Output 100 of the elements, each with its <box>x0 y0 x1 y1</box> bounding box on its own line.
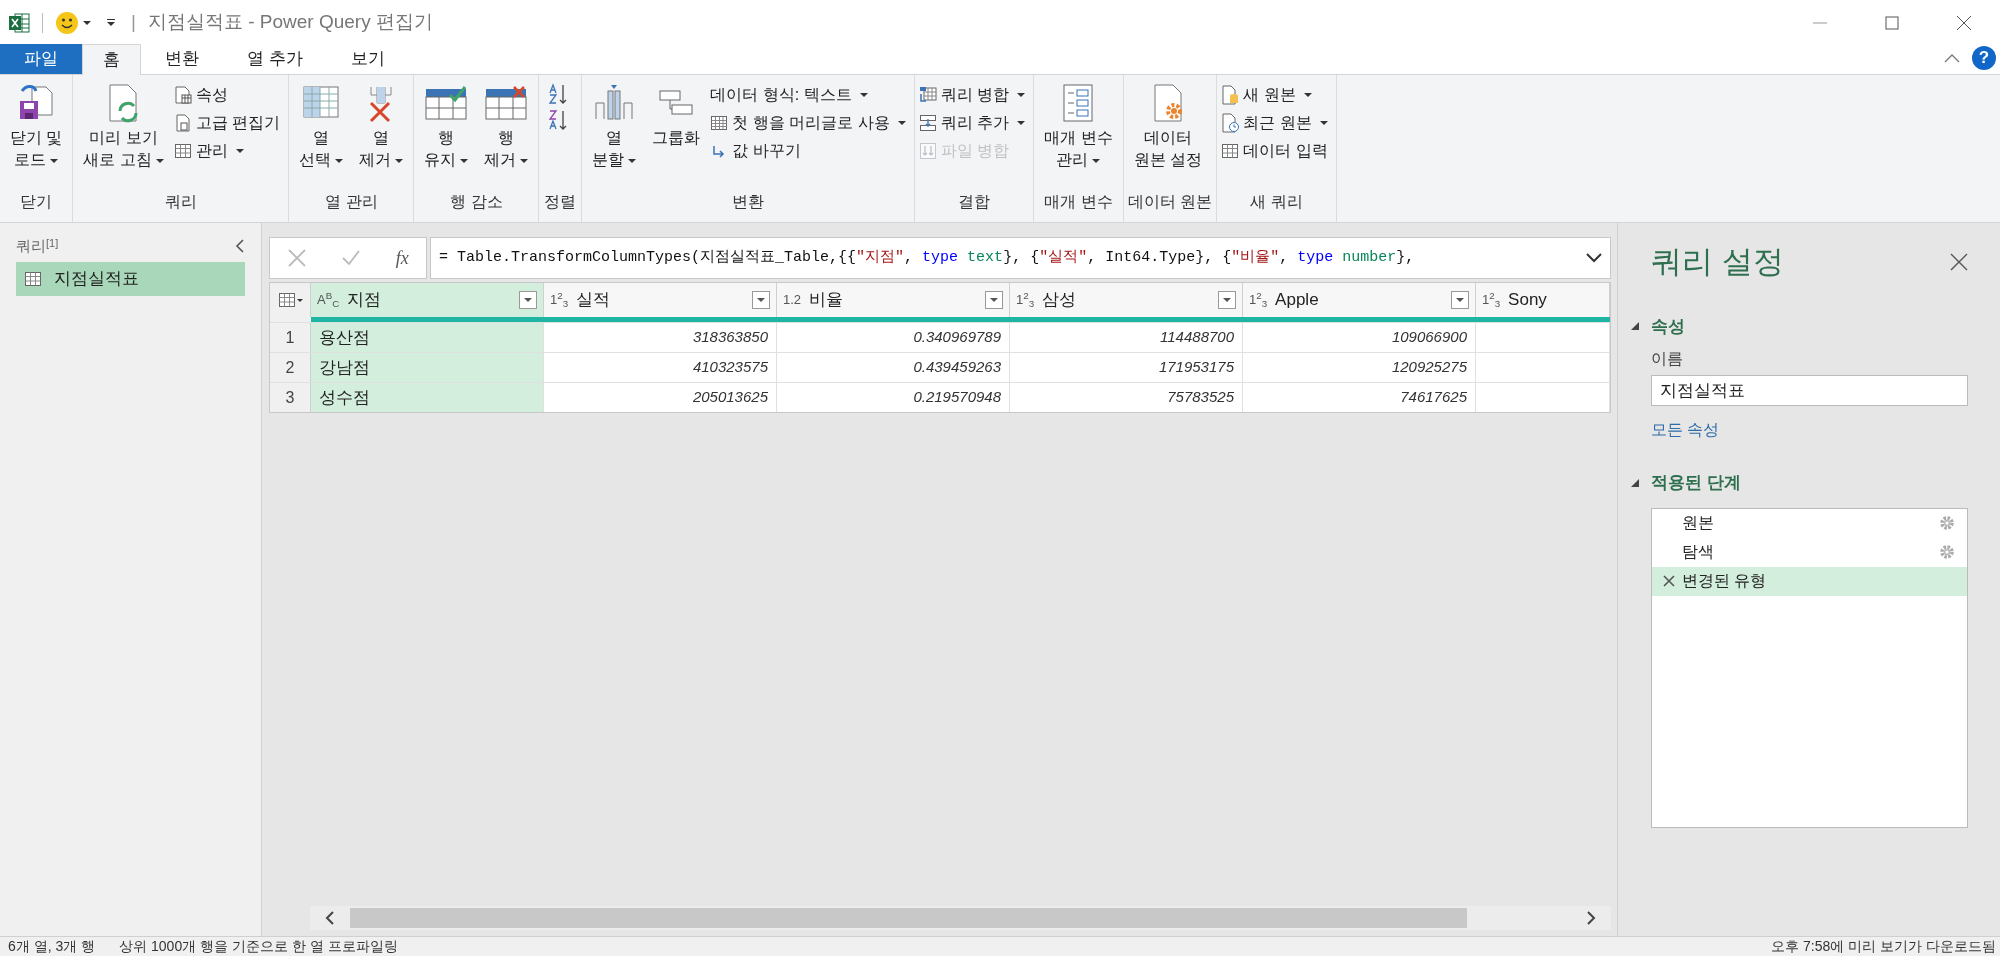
ribbon-button[interactable]: 첫 행을 머리글로 사용 <box>710 111 906 135</box>
chevron-left-icon <box>325 911 335 925</box>
ribbon-button[interactable]: 행 유지 <box>418 83 475 171</box>
table-cell: 0.439459263 <box>777 353 1010 382</box>
ribbon-button[interactable]: 미리 보기 새로 고침 <box>77 83 170 171</box>
collapse-pane-button[interactable] <box>235 239 245 254</box>
caret-icon <box>990 298 998 302</box>
smiley-icon <box>55 10 79 35</box>
table-cell: 410323575 <box>544 353 777 382</box>
ribbon-button[interactable]: 쿼리 추가 <box>918 111 1026 135</box>
expanded-triangle-icon <box>1631 478 1639 487</box>
ribbon-button[interactable]: 값 바꾸기 <box>710 139 906 163</box>
ribbon-button[interactable]: 매개 변수 관리 <box>1038 83 1119 171</box>
column-filter-button[interactable] <box>519 291 537 309</box>
ribbon-tab[interactable]: 변환 <box>141 44 223 74</box>
merge-files-icon <box>918 142 937 160</box>
query-item[interactable]: 지점실적표 <box>16 261 245 296</box>
expand-formula-button[interactable] <box>1586 253 1602 263</box>
ribbon-group-label: 쿼리 <box>164 192 197 212</box>
ribbon-button[interactable]: 데이터 입력 <box>1221 139 1328 163</box>
column-name: 실적 <box>576 289 611 312</box>
chevron-up-icon <box>1944 53 1960 63</box>
table-cell: 205013625 <box>544 383 777 412</box>
file-tab[interactable]: 파일 <box>0 44 82 74</box>
table-cell: 용산점 <box>311 323 544 352</box>
scrollbar-thumb[interactable] <box>350 908 1467 928</box>
name-input[interactable]: 지점실적표 <box>1651 375 1968 406</box>
close-icon <box>1956 14 1972 31</box>
table-icon <box>1221 142 1240 160</box>
ribbon-group-label: 결합 <box>957 192 990 212</box>
table-cell: 74617625 <box>1243 383 1476 412</box>
ribbon-button[interactable]: 고급 편집기 <box>173 111 281 135</box>
append-icon <box>918 114 937 132</box>
ribbon-tab[interactable]: 보기 <box>326 44 409 74</box>
column-filter-button[interactable] <box>985 291 1003 309</box>
document-database-icon <box>1221 85 1240 105</box>
applied-step[interactable]: 탐색 <box>1652 537 1967 567</box>
ribbon-button[interactable]: 그룹화 <box>646 83 707 149</box>
column-filter-button[interactable] <box>752 291 770 309</box>
formula-input[interactable]: = Table.TransformColumnTypes(지점실적표_Table,{{"지점", type text}, {"실적", Int64.Type}, {"비율", type number}, <box>430 237 1611 279</box>
table-menu-button[interactable] <box>270 283 311 317</box>
column-header[interactable]: 1$^{2}$$_{3}$ Sony <box>1476 283 1610 317</box>
ribbon-button[interactable]: 행 제거 <box>478 83 535 171</box>
delete-step-icon <box>1663 575 1675 587</box>
column-name: Sony <box>1508 289 1547 312</box>
ribbon-button[interactable]: 새 원본 <box>1221 83 1328 107</box>
help-button[interactable]: ? <box>1972 46 1996 70</box>
row-number: 1 <box>270 323 311 352</box>
column-header[interactable]: 1$^{2}$$_{3}$ Apple <box>1243 283 1476 317</box>
column-name: 비율 <box>809 289 844 312</box>
ribbon-button[interactable]: 열 선택 <box>293 83 350 171</box>
column-name: 삼성 <box>1042 289 1077 312</box>
ribbon-button[interactable]: 최근 원본 <box>1221 111 1328 135</box>
caret-icon <box>524 298 532 302</box>
column-type-icon: 1.2 <box>783 290 802 310</box>
table-icon <box>24 269 42 288</box>
merge-icon <box>918 86 937 104</box>
row-check-icon <box>424 83 469 123</box>
ribbon-tab[interactable]: 홈 <box>82 44 141 75</box>
section-heading: 적용된 단계 <box>1651 472 1741 494</box>
insert-function-button[interactable]: fx <box>395 244 409 272</box>
ribbon-group-label: 정렬 <box>544 192 577 212</box>
ribbon-group-label: 변환 <box>732 192 765 212</box>
ribbon-group-label: 열 관리 <box>325 192 378 212</box>
step-label: 변경된 유형 <box>1682 571 1767 591</box>
ribbon-button[interactable]: 데이터 형식: 텍스트 <box>710 83 906 107</box>
table-cell: 318363850 <box>544 323 777 352</box>
horizontal-scrollbar[interactable] <box>310 906 1611 930</box>
all-properties-link[interactable]: 모든 속성 <box>1651 418 1720 442</box>
customize-toolbar-button[interactable] <box>107 19 115 26</box>
caret-icon <box>296 298 303 302</box>
caret-icon <box>1223 298 1231 302</box>
ribbon-button[interactable]: 열 제거 <box>353 83 410 171</box>
ribbon-button[interactable]: 속성 <box>173 83 281 107</box>
ribbon-tab[interactable]: 열 추가 <box>223 44 327 74</box>
column-header[interactable]: 1$^{2}$$_{3}$ 삼성 <box>1010 283 1243 317</box>
status-text: 6개 열, 3개 행 <box>8 937 96 956</box>
collapse-ribbon-button[interactable] <box>1944 53 1960 63</box>
ribbon-button[interactable]: 열 분할 <box>586 83 643 171</box>
ribbon-button[interactable]: 관리 <box>173 139 281 163</box>
table-icon <box>173 142 192 160</box>
column-filter-button[interactable] <box>1218 291 1236 309</box>
close-pane-button[interactable] <box>1950 253 1968 272</box>
applied-step[interactable]: 원본 <box>1652 508 1967 538</box>
ribbon-button[interactable]: 쿼리 병합 <box>918 83 1026 107</box>
table-cell: 114488700 <box>1010 323 1243 352</box>
ribbon-button[interactable]: 닫기 및 로드 <box>4 83 69 171</box>
pane-title: 쿼리 설정 <box>1651 243 1784 281</box>
column-header[interactable]: 1.2 비율 <box>777 283 1010 317</box>
column-filter-button[interactable] <box>1451 291 1469 309</box>
queries-heading: 쿼리 <box>16 236 46 256</box>
window-title: 지점실적표 - Power Query 편집기 <box>147 10 433 35</box>
gear-icon <box>1939 515 1955 531</box>
column-header[interactable]: A$^{B}$$_{C}$ 지점 <box>311 283 544 317</box>
column-header[interactable]: 1$^{2}$$_{3}$ 실적 <box>544 283 777 317</box>
ribbon-button[interactable]: 데이터 원본 설정 <box>1127 83 1209 171</box>
table-cell: 성수점 <box>311 383 544 412</box>
ribbon-group-label: 닫기 <box>20 192 53 212</box>
applied-step[interactable]: 변경된 유형 <box>1652 566 1967 596</box>
smiley-feedback-button[interactable] <box>55 10 91 35</box>
